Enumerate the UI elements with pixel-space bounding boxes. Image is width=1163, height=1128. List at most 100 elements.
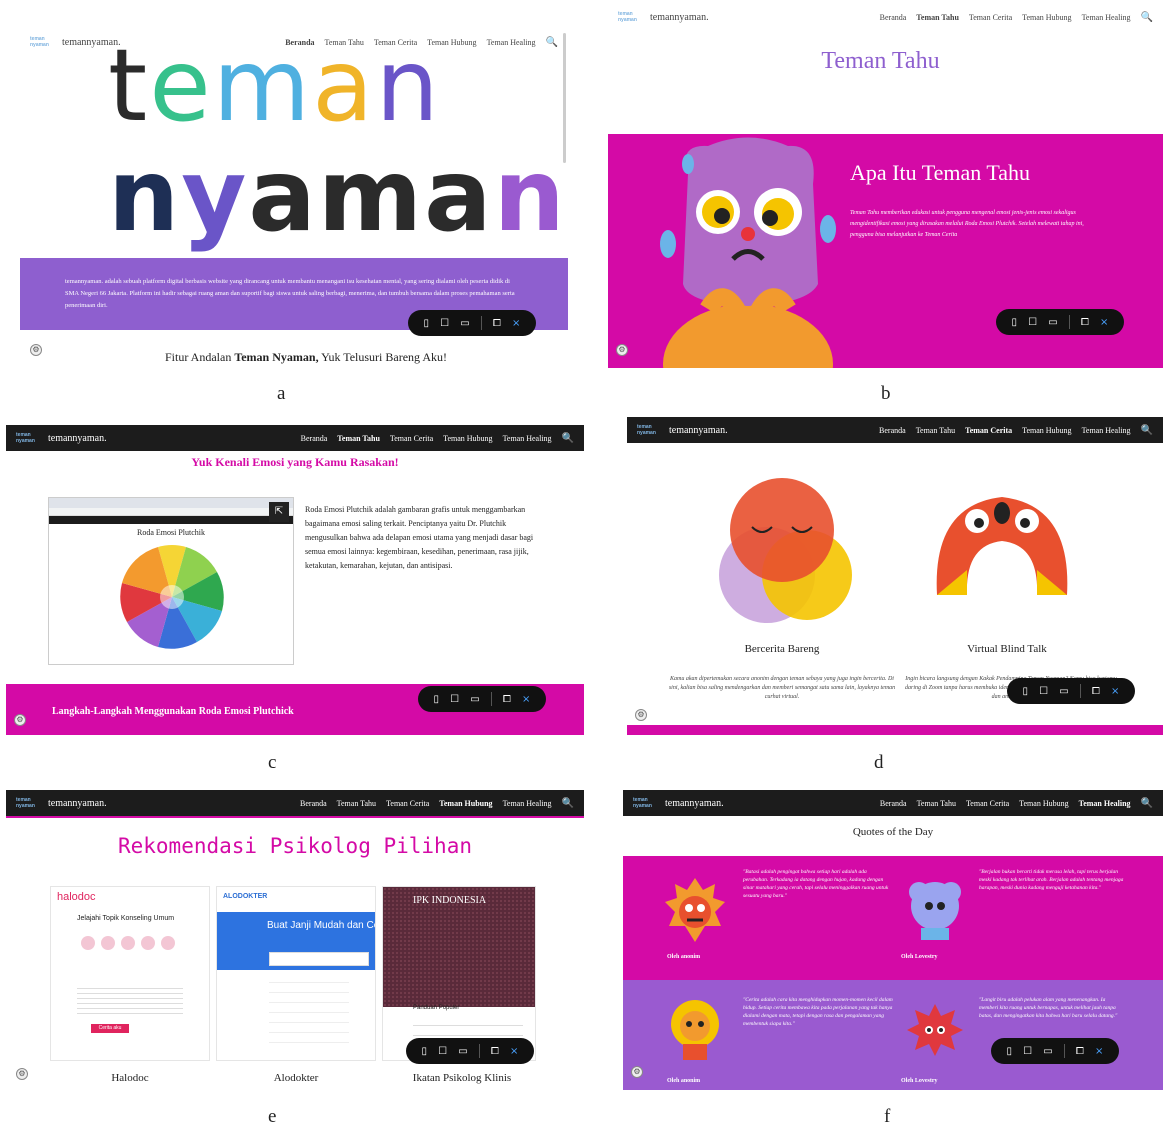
site-logo[interactable]: teman nyaman (16, 432, 40, 444)
settings-icon[interactable]: ⚙ (616, 344, 628, 356)
nav-teman-cerita[interactable]: Teman Cerita (390, 434, 433, 443)
search-icon[interactable]: 🔍 (1141, 12, 1153, 23)
search-icon[interactable]: 🔍 (1141, 798, 1153, 809)
site-logo[interactable]: teman nyaman (637, 424, 661, 436)
halodoc-cta-button[interactable]: Cerita aku (91, 1024, 129, 1033)
brand-name[interactable]: temannyaman. (48, 798, 107, 809)
phone-icon[interactable]: ▯ (424, 318, 430, 329)
phone-icon[interactable]: ▯ (1023, 686, 1029, 697)
book-icon[interactable]: ⧠ (1076, 1046, 1084, 1057)
card-title-alodokter[interactable]: Alodokter (216, 1072, 376, 1084)
close-icon[interactable]: × (1095, 1046, 1103, 1057)
nav-teman-tahu[interactable]: Teman Tahu (917, 799, 956, 808)
settings-icon[interactable]: ⚙ (631, 1066, 643, 1078)
search-icon[interactable]: 🔍 (562, 433, 574, 444)
nav-teman-healing[interactable]: Teman Healing (1082, 426, 1131, 435)
nav-beranda[interactable]: Beranda (880, 799, 907, 808)
tablet-icon[interactable]: ☐ (1028, 317, 1037, 328)
plutchik-wheel-illustration[interactable] (117, 542, 227, 652)
scrollbar[interactable] (563, 33, 566, 163)
nav-beranda[interactable]: Beranda (300, 799, 327, 808)
site-logo[interactable]: teman nyaman (633, 797, 657, 809)
tablet-icon[interactable]: ☐ (1039, 686, 1048, 697)
brand-name[interactable]: temannyaman. (665, 798, 724, 809)
card-title-halodoc[interactable]: Halodoc (50, 1072, 210, 1084)
close-icon[interactable]: × (522, 694, 530, 705)
laptop-icon[interactable]: ▭ (1048, 317, 1057, 328)
card-alodokter[interactable]: ALODOKTER Buat Janji Mudah dan Cepat (216, 886, 376, 1061)
search-icon[interactable]: 🔍 (1141, 425, 1153, 436)
card-ipk[interactable]: IPK INDONESIA Panduan Populer (382, 886, 536, 1061)
tablet-icon[interactable]: ☐ (438, 1046, 447, 1057)
close-icon[interactable]: × (1111, 686, 1119, 697)
quote-author-1: Oleh anonim (667, 954, 701, 960)
close-icon[interactable]: × (512, 318, 520, 329)
nav-beranda[interactable]: Beranda (880, 13, 907, 22)
features-suffix: Yuk Telusuri Bareng Aku! (318, 350, 448, 364)
laptop-icon[interactable]: ▭ (1059, 686, 1068, 697)
nav-teman-hubung[interactable]: Teman Hubung (1022, 13, 1071, 22)
nav-teman-hubung[interactable]: Teman Hubung (1022, 426, 1071, 435)
nav-teman-cerita[interactable]: Teman Cerita (965, 426, 1012, 435)
settings-icon[interactable]: ⚙ (30, 344, 42, 356)
tablet-icon[interactable]: ☐ (450, 694, 459, 705)
nav-teman-tahu[interactable]: Teman Tahu (337, 434, 380, 443)
nav-teman-tahu[interactable]: Teman Tahu (916, 426, 955, 435)
nav-teman-cerita[interactable]: Teman Cerita (969, 13, 1012, 22)
site-logo[interactable]: teman nyaman (30, 36, 54, 48)
close-icon[interactable]: × (510, 1046, 518, 1057)
brand-name[interactable]: temannyaman. (669, 425, 728, 436)
settings-icon[interactable]: ⚙ (14, 714, 26, 726)
nav-teman-healing[interactable]: Teman Healing (1079, 799, 1131, 808)
site-logo[interactable]: teman nyaman (16, 797, 40, 809)
nav-beranda[interactable]: Beranda (879, 426, 906, 435)
laptop-icon[interactable]: ▭ (458, 1046, 467, 1057)
brand-name[interactable]: temannyaman. (48, 433, 107, 444)
book-icon[interactable]: ⧠ (1081, 317, 1089, 328)
alodokter-filter-list (269, 982, 349, 1052)
section-heading: Apa Itu Teman Tahu (850, 160, 1031, 185)
phone-icon[interactable]: ▯ (434, 694, 440, 705)
laptop-icon[interactable]: ▭ (460, 318, 469, 329)
settings-icon[interactable]: ⚙ (16, 1068, 28, 1080)
laptop-icon[interactable]: ▭ (470, 694, 479, 705)
nav-teman-tahu[interactable]: Teman Tahu (337, 799, 376, 808)
card-title-ipk[interactable]: Ikatan Psikolog Klinis (382, 1072, 542, 1084)
features-prefix: Fitur Andalan (165, 350, 235, 364)
phone-icon[interactable]: ▯ (422, 1046, 428, 1057)
search-icon[interactable]: 🔍 (546, 37, 558, 48)
close-icon[interactable]: × (1100, 317, 1108, 328)
nav-teman-healing[interactable]: Teman Healing (1082, 13, 1131, 22)
settings-icon[interactable]: ⚙ (635, 709, 647, 721)
brand-name[interactable]: temannyaman. (650, 12, 709, 23)
site-logo[interactable]: teman nyaman (618, 11, 642, 23)
search-icon[interactable]: 🔍 (562, 798, 574, 809)
tablet-icon[interactable]: ☐ (440, 318, 449, 329)
nav-teman-cerita[interactable]: Teman Cerita (386, 799, 429, 808)
card-title-bercerita[interactable]: Bercerita Bareng (707, 643, 857, 655)
laptop-icon[interactable]: ▭ (1043, 1046, 1052, 1057)
nav-teman-healing[interactable]: Teman Healing (487, 38, 536, 47)
nav-teman-healing[interactable]: Teman Healing (503, 434, 552, 443)
phone-icon[interactable]: ▯ (1012, 317, 1018, 328)
ipk-banner: IPK INDONESIA (383, 887, 535, 1007)
book-icon[interactable]: ⧠ (491, 1046, 499, 1057)
phone-icon[interactable]: ▯ (1007, 1046, 1013, 1057)
nav-teman-healing[interactable]: Teman Healing (503, 799, 552, 808)
book-icon[interactable]: ⧠ (503, 694, 511, 705)
nav-teman-tahu[interactable]: Teman Tahu (916, 13, 959, 22)
tablet-icon[interactable]: ☐ (1023, 1046, 1032, 1057)
card-title-blind-talk[interactable]: Virtual Blind Talk (927, 643, 1087, 655)
book-icon[interactable]: ⧠ (493, 318, 501, 329)
nav-teman-cerita[interactable]: Teman Cerita (966, 799, 1009, 808)
nav-teman-hubung[interactable]: Teman Hubung (439, 799, 492, 808)
card-halodoc[interactable]: halodoc Jelajahi Topik Konseling Umum Ce… (50, 886, 210, 1061)
nav-teman-hubung[interactable]: Teman Hubung (443, 434, 492, 443)
nav-teman-hubung[interactable]: Teman Hubung (1019, 799, 1068, 808)
top-nav: teman nyaman temannyaman. Beranda Teman … (608, 0, 1163, 34)
book-icon[interactable]: ⧠ (1092, 686, 1100, 697)
responsive-toolbar: ▯ ☐ ▭ ⧠ × (418, 686, 546, 712)
alodokter-search-box[interactable] (269, 952, 369, 966)
nav-beranda[interactable]: Beranda (301, 434, 328, 443)
external-link-icon[interactable]: ⇱ (269, 502, 289, 522)
